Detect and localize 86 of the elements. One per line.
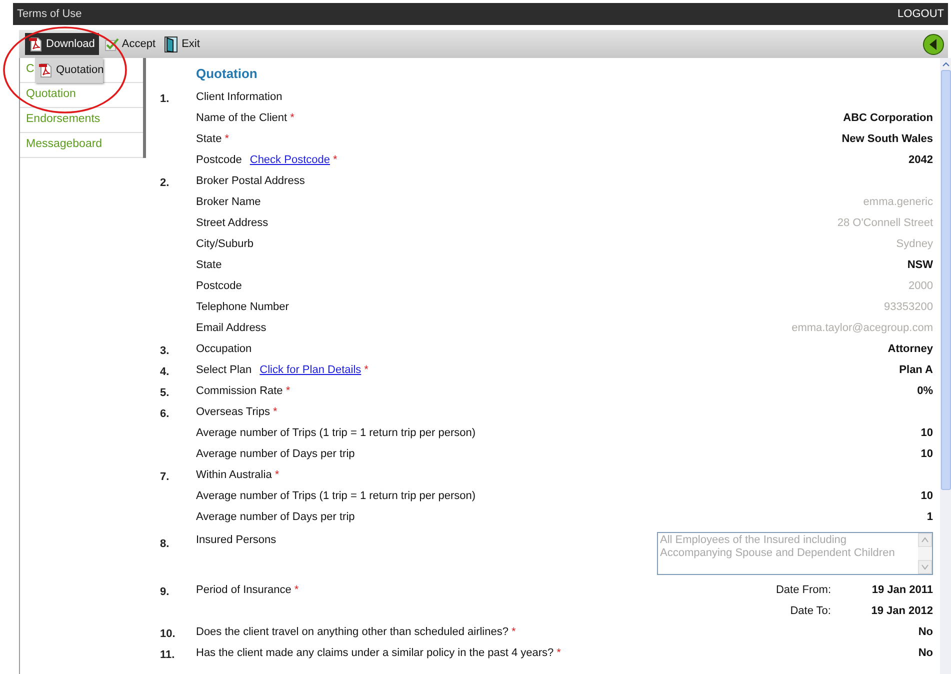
- back-button[interactable]: [923, 34, 944, 55]
- field-value: Sydney: [896, 237, 933, 252]
- field-label: Broker Postal Address: [196, 174, 305, 190]
- field-label: Select Plan: [196, 363, 252, 378]
- field-value: emma.generic: [863, 195, 933, 210]
- field-label: Has the client made any claims under a similar policy in the past 4 years?: [196, 646, 554, 662]
- logout-link[interactable]: LOGOUT: [898, 6, 944, 22]
- required-mark: *: [274, 468, 280, 484]
- required-mark: *: [294, 583, 299, 598]
- field-value: No: [918, 646, 933, 662]
- link[interactable]: Check Postcode: [250, 152, 330, 169]
- field-label: Average number of Trips (1 trip = 1 return trip per person): [196, 426, 476, 442]
- required-mark: *: [290, 111, 294, 126]
- field-label: Postcode: [196, 153, 242, 168]
- check-icon: [104, 38, 119, 50]
- toolbar-button[interactable]: Exit: [162, 33, 202, 55]
- field-label: Insured Persons: [196, 533, 276, 548]
- date-label: Date To:: [790, 604, 831, 620]
- date-value: 19 Jan 2011: [870, 583, 933, 598]
- field-label: Postcode: [196, 279, 242, 294]
- date-label: Date From:: [776, 583, 831, 598]
- field-label: Average number of Trips (1 trip = 1 return trip per person): [196, 489, 476, 504]
- item-number: 8.: [160, 538, 170, 550]
- field-label: Period of Insurance: [196, 583, 292, 598]
- form-title: Quotation: [195, 65, 258, 82]
- pdf-icon: [29, 36, 42, 52]
- field-label: Street Address: [196, 216, 268, 232]
- field-value: New South Wales: [842, 132, 933, 148]
- field-value: 10: [920, 426, 933, 442]
- field-label: State: [196, 258, 222, 274]
- pdf-icon: [39, 63, 52, 78]
- field-value: 10: [920, 447, 933, 462]
- field-label: Name of the Client: [196, 111, 288, 126]
- menu-item[interactable]: Quotation: [39, 62, 104, 79]
- field-value: 93353200: [884, 300, 933, 316]
- field-label: Commission Rate: [196, 384, 283, 400]
- item-number: 6.: [160, 408, 170, 420]
- field-value: 2000: [908, 279, 933, 294]
- link[interactable]: Click for Plan Details: [260, 362, 362, 379]
- item-number: 5.: [160, 386, 170, 399]
- field-label: Does the client travel on anything other than scheduled airlines?: [196, 625, 508, 640]
- required-mark: *: [272, 405, 278, 420]
- item-number: 1.: [160, 92, 170, 105]
- scroll-up-icon[interactable]: [942, 62, 950, 66]
- field-label: Email Address: [196, 321, 266, 336]
- field-value: 10: [920, 489, 933, 504]
- required-mark: *: [556, 646, 561, 662]
- item-number: 10.: [160, 628, 176, 640]
- field-label: Occupation: [196, 342, 252, 358]
- field-value: NSW: [907, 258, 933, 274]
- item-number: 4.: [160, 366, 170, 378]
- scrollbar[interactable]: [940, 58, 951, 674]
- required-mark: *: [364, 363, 368, 378]
- item-number: 11.: [160, 648, 175, 661]
- field-value: Attorney: [888, 342, 933, 358]
- field-label: Telephone Number: [196, 300, 289, 316]
- field-label: Broker Name: [196, 195, 261, 210]
- required-mark: *: [224, 132, 229, 148]
- field-value: ABC Corporation: [843, 111, 933, 126]
- toolbar-button[interactable]: Accept: [102, 33, 158, 55]
- field-value: 28 O'Connell Street: [837, 216, 933, 232]
- field-value: 2042: [908, 153, 933, 168]
- field-label: Average number of Days per trip: [196, 447, 355, 462]
- door-icon: [164, 36, 179, 52]
- field-label: Overseas Trips: [196, 405, 270, 420]
- field-value: Plan A: [899, 363, 933, 378]
- field-value: emma.taylor@acegroup.com: [792, 321, 933, 336]
- required-mark: *: [511, 625, 516, 640]
- field-value: 1: [926, 510, 933, 526]
- field-value: No: [918, 625, 933, 640]
- date-value: 19 Jan 2012: [870, 604, 933, 620]
- item-number: 2.: [160, 176, 170, 189]
- scroll-down-icon[interactable]: [918, 560, 932, 574]
- item-number: 9.: [160, 586, 170, 598]
- field-label: Within Australia: [196, 468, 272, 484]
- field-label: Average number of Days per trip: [196, 510, 355, 526]
- item-number: 7.: [160, 470, 170, 483]
- field-value: 0%: [917, 384, 933, 400]
- required-mark: *: [286, 384, 290, 400]
- toolbar-button[interactable]: Download: [25, 33, 99, 55]
- field-label: Client Information: [196, 90, 282, 106]
- required-mark: *: [332, 153, 338, 168]
- field-label: State: [196, 132, 222, 148]
- item-number: 3.: [160, 344, 170, 357]
- field-label: City/Suburb: [196, 237, 254, 252]
- terms-link[interactable]: Terms of Use: [17, 6, 82, 22]
